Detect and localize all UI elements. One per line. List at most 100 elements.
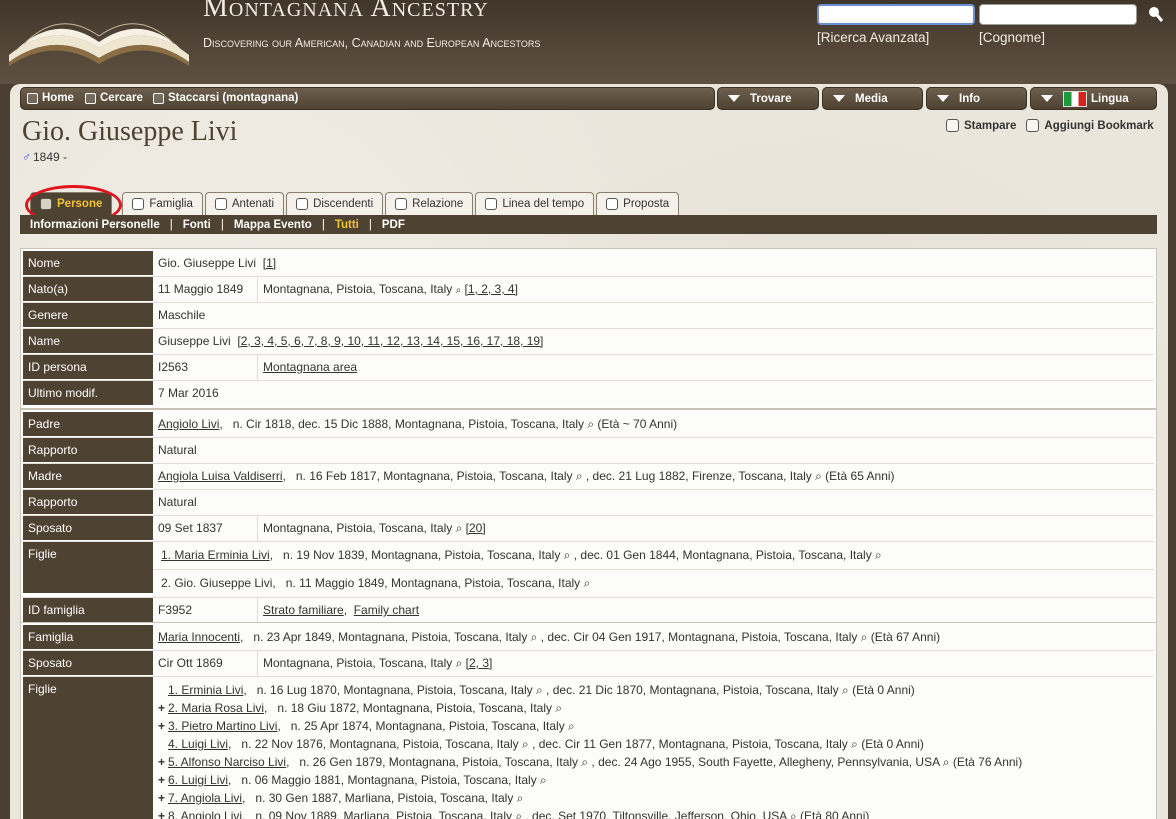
site-header: Montagnana Ancestry Discovering our Amer… — [0, 0, 1176, 84]
marriage-place: Montagnana, Pistoia, Toscana, Italy ⌕ — [263, 521, 463, 535]
table-row: Sposato Cir Ott 1869 Montagnana, Pistoia… — [23, 651, 1154, 677]
expand-icon[interactable]: + — [158, 699, 168, 717]
chevron-down-icon — [1041, 95, 1053, 102]
person-actions: Stampare Aggiungi Bookmark — [946, 119, 1154, 132]
expand-icon[interactable]: + — [158, 789, 168, 807]
top-nav: Home Cercare Staccarsi (montagnana) — [20, 87, 715, 110]
subnav-pdf[interactable]: PDF — [382, 219, 405, 231]
expand-icon[interactable]: + — [158, 753, 168, 771]
marriage-place: Montagnana, Pistoia, Toscana, Italy ⌕ — [263, 656, 463, 670]
nav-home-label: Home — [42, 92, 74, 104]
nav-logout[interactable]: Staccarsi (montagnana) — [153, 92, 298, 104]
tab-famiglia[interactable]: Famiglia — [122, 192, 203, 215]
table-row: Name Giuseppe Livi [2, 3, 4, 5, 6, 7, 8,… — [23, 329, 1154, 355]
tab-antenati[interactable]: Antenati — [204, 192, 285, 215]
list-item: +6. Luigi Livi, n. 06 Maggio 1881, Monta… — [158, 771, 547, 789]
tree-link[interactable]: Montagnana area — [263, 360, 357, 374]
tab-proposta[interactable]: Proposta — [596, 192, 680, 215]
menu-info[interactable]: Info — [926, 87, 1027, 110]
child-link[interactable]: 1. Erminia Livi — [168, 683, 243, 697]
printer-icon — [946, 119, 959, 132]
subnav-personal-info[interactable]: Informazioni Personelle — [30, 219, 160, 231]
subnav-sources[interactable]: Fonti — [183, 219, 211, 231]
spouse-detail: n. 23 Apr 1849, Montagnana, Pistoia, Tos… — [253, 630, 941, 644]
father-link[interactable]: Angiolo Livi — [158, 417, 219, 431]
last-modified: 7 Mar 2016 — [158, 386, 219, 400]
expand-icon[interactable]: + — [158, 807, 168, 819]
source-ref-link[interactable]: [1, 2, 3, 4] — [465, 282, 518, 296]
row-label: Ultimo modif. — [23, 381, 153, 406]
print-label: Stampare — [964, 119, 1017, 132]
row-label: Rapporto — [23, 438, 153, 463]
tab-timeline-label: Linea del tempo — [502, 198, 585, 210]
source-ref-link[interactable]: [20] — [466, 521, 486, 535]
search-icon[interactable] — [1146, 5, 1164, 23]
family-group-link[interactable]: Strato familiare — [263, 603, 344, 617]
row-label: Famiglia — [23, 625, 153, 650]
descendants-icon — [296, 198, 309, 210]
surname-input[interactable] — [979, 4, 1137, 25]
birth-place-cell: Montagnana, Pistoia, Toscana, Italy ⌕ [1… — [258, 277, 1154, 302]
own-family-table: Famiglia Maria Innocenti, n. 23 Apr 1849… — [20, 622, 1157, 819]
child-detail: n. 18 Giu 1872, Montagnana, Pistoia, Tos… — [277, 701, 563, 715]
menu-media-label: Media — [855, 92, 888, 105]
table-row: Sposato 09 Set 1837 Montagnana, Pistoia,… — [23, 516, 1154, 542]
subnav-event-map[interactable]: Mappa Evento — [234, 219, 312, 231]
tab-timeline[interactable]: Linea del tempo — [475, 192, 595, 215]
nav-search-label: Cercare — [100, 92, 143, 104]
suggest-icon — [606, 198, 619, 210]
bookmark-label: Aggiungi Bookmark — [1044, 119, 1154, 132]
child-link[interactable]: 3. Pietro Martino Livi — [168, 719, 277, 733]
list-item: +8. Angiolo Livi, n. 09 Nov 1889, Marlia… — [158, 807, 1022, 819]
row-label: ID persona — [23, 355, 153, 380]
tab-discendenti[interactable]: Discendenti — [286, 192, 384, 215]
chevron-down-icon — [937, 95, 949, 102]
surname-link[interactable]: [Cognome] — [979, 30, 1045, 45]
advanced-search-link[interactable]: [Ricerca Avanzata] — [817, 30, 929, 45]
magnifier-icon[interactable]: ⌕ — [456, 285, 462, 296]
menu-find[interactable]: Trovare — [717, 87, 819, 110]
row-label: Padre — [23, 412, 153, 437]
row-label: Madre — [23, 464, 153, 489]
name-value: Gio. Giuseppe Livi — [158, 256, 257, 270]
search-input[interactable] — [817, 4, 975, 25]
name-cell: Gio. Giuseppe Livi [1] — [153, 251, 1154, 276]
nav-search[interactable]: Cercare — [85, 92, 143, 104]
expand-icon[interactable]: + — [158, 771, 168, 789]
child-link[interactable]: 6. Luigi Livi — [168, 773, 228, 787]
child-detail: n. 09 Nov 1889, Marliana, Pistoia, Tosca… — [255, 809, 870, 819]
marriage-date: Cir Ott 1869 — [153, 651, 258, 676]
subnav-all[interactable]: Tutti — [335, 219, 359, 231]
child-self: 2. Gio. Giuseppe Livi — [161, 576, 273, 590]
list-item: +7. Angiola Livi, n. 30 Gen 1887, Marlia… — [158, 789, 524, 807]
menu-find-label: Trovare — [750, 92, 792, 105]
print-button[interactable]: Stampare — [946, 119, 1016, 132]
list-item: +3. Pietro Martino Livi, n. 25 Apr 1874,… — [158, 717, 575, 735]
expand-icon[interactable]: + — [158, 717, 168, 735]
source-ref-link[interactable]: [1] — [263, 256, 276, 270]
mother-link[interactable]: Angiola Luisa Valdiserri — [158, 469, 283, 483]
pencil-icon — [1026, 119, 1040, 132]
menu-language[interactable]: Lingua — [1030, 87, 1157, 110]
child-link[interactable]: 4. Luigi Livi — [168, 737, 228, 751]
mother-detail: n. 16 Feb 1817, Montagnana, Pistoia, Tos… — [295, 469, 895, 483]
child-link[interactable]: 2. Maria Rosa Livi — [168, 701, 264, 715]
family-icon — [132, 198, 145, 210]
child-link[interactable]: 8. Angiolo Livi — [168, 809, 242, 819]
person-tabs: Persone Famiglia Antenati Discendenti Re… — [30, 192, 680, 215]
source-ref-link[interactable]: [2, 3] — [466, 656, 493, 670]
source-ref-link[interactable]: [2, 3, 4, 5, 6, 7, 8, 9, 10, 11, 12, 13,… — [237, 334, 543, 348]
family-chart-link[interactable]: Family chart — [354, 603, 419, 617]
child-link[interactable]: 5. Alfonso Narciso Livi — [168, 755, 286, 769]
menu-media[interactable]: Media — [822, 87, 923, 110]
list-item: 2. Gio. Giuseppe Livi, n. 11 Maggio 1849… — [161, 576, 591, 590]
spouse-link[interactable]: Maria Innocenti — [158, 630, 240, 644]
tab-relazione[interactable]: Relazione — [385, 192, 474, 215]
nav-home[interactable]: Home — [27, 92, 74, 104]
bookmark-button[interactable]: Aggiungi Bookmark — [1026, 119, 1154, 132]
home-icon — [27, 92, 38, 104]
person-id: I2563 — [153, 355, 258, 380]
child-link[interactable]: 1. Maria Erminia Livi — [161, 548, 270, 562]
child-link[interactable]: 7. Angiola Livi — [168, 791, 242, 805]
table-row: Rapporto Natural — [23, 438, 1154, 464]
